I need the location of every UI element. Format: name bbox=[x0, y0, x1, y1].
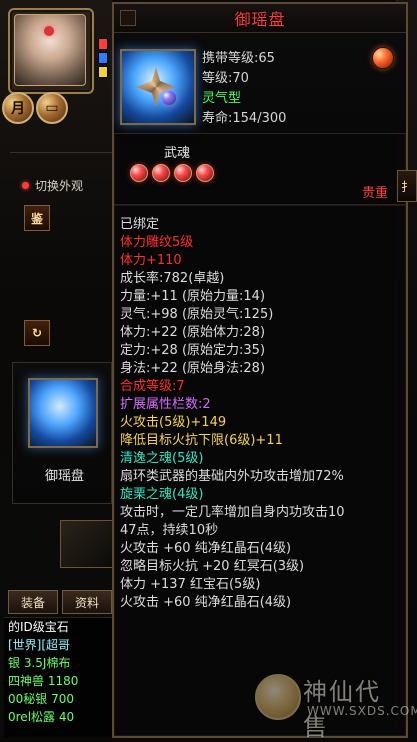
right-tab-label: 扌 bbox=[400, 179, 413, 194]
watermark: 神仙代售 WWW.SXDS.COM bbox=[255, 666, 417, 741]
stats-list: 已绑定 体力雕纹5级 体力+110 成长率:782(卓越) 力量:+11 (原始… bbox=[114, 205, 406, 612]
chat-line: 00秘银 700 bbox=[8, 692, 74, 706]
stat-line: 体力+110 bbox=[120, 253, 182, 268]
appraise-button[interactable]: 鉴 bbox=[24, 205, 50, 231]
side-item-name: 御瑶盘 bbox=[45, 469, 85, 484]
soul-gem-icon bbox=[196, 164, 214, 182]
side-secondary-item[interactable] bbox=[60, 520, 114, 568]
refresh-button[interactable]: ↻ bbox=[24, 320, 50, 346]
moon-button[interactable]: 月 bbox=[2, 92, 34, 124]
stat-line: 定力:+28 (原始定力:35) bbox=[120, 343, 266, 358]
stat-line: 成长率:782(卓越) bbox=[120, 271, 225, 286]
chat-line: 的ID级宝石 bbox=[8, 620, 69, 634]
status-yellow bbox=[98, 66, 108, 78]
stat-line: 47点，持续10秒 bbox=[120, 523, 219, 538]
switch-dot-icon bbox=[22, 182, 29, 189]
equip-tab[interactable]: 装备 bbox=[8, 590, 58, 614]
level: 等级:70 bbox=[202, 71, 249, 86]
stat-line: 灵气:+98 (原始灵气:125) bbox=[120, 307, 274, 322]
carry-level: 携带等级:65 bbox=[202, 51, 275, 66]
avatar-forehead-mark bbox=[44, 26, 54, 36]
watermark-url: WWW.SXDS.COM bbox=[307, 704, 417, 718]
tooltip-header: 御瑶盘 bbox=[114, 4, 406, 33]
tooltip-item-summary: 携带等级:65 等级:70 灵气型 寿命:154/300 bbox=[114, 33, 406, 134]
watermark-emblem-icon bbox=[255, 674, 301, 720]
element-icon bbox=[372, 47, 394, 69]
stat-line: 体力雕纹5级 bbox=[120, 235, 194, 250]
info-tab-label: 资料 bbox=[74, 595, 99, 610]
stat-line: 火攻击 +60 纯净红晶石(4级) bbox=[120, 595, 292, 610]
info-tab[interactable]: 资料 bbox=[62, 590, 112, 614]
type: 灵气型 bbox=[202, 91, 242, 106]
equip-tab-label: 装备 bbox=[20, 595, 45, 610]
appraise-label: 鉴 bbox=[30, 211, 43, 226]
stat-line: 扩展属性栏数:2 bbox=[120, 397, 211, 412]
stat-line: 已绑定 bbox=[120, 217, 160, 232]
stat-line: 力量:+11 (原始力量:14) bbox=[120, 289, 266, 304]
soul-gem-icon bbox=[130, 164, 148, 182]
refresh-icon: ↻ bbox=[31, 326, 43, 340]
close-icon[interactable] bbox=[120, 10, 136, 26]
left-bottom-tabs: 装备 资料 bbox=[8, 590, 112, 614]
stat-line: 旋栗之魂(4级) bbox=[120, 487, 204, 502]
chat-line: [世界][超哥 bbox=[8, 638, 71, 652]
soul-label: 武魂 bbox=[164, 146, 191, 161]
avatar bbox=[14, 14, 86, 86]
chat-line: 银 3.5J棉布 bbox=[8, 656, 71, 670]
stat-line: 体力 +137 红宝石(5级) bbox=[120, 577, 261, 592]
chat-line: 四神兽 1180 bbox=[8, 674, 79, 688]
right-tab[interactable]: 扌 bbox=[397, 170, 417, 202]
side-item-icon[interactable] bbox=[28, 378, 98, 448]
switch-appearance-label: 切换外观 bbox=[35, 179, 84, 193]
chat-line: 0rel松露 40 bbox=[8, 710, 75, 724]
stat-line: 忽略目标火抗 +20 红冥石(3级) bbox=[120, 559, 305, 574]
right-side-tabs: 扌 bbox=[397, 170, 417, 202]
phone-button[interactable]: ▭ bbox=[36, 92, 68, 124]
life: 寿命:154/300 bbox=[202, 111, 287, 126]
soul-gem-icon bbox=[174, 164, 192, 182]
stat-line: 火攻击 +60 纯净红晶石(4级) bbox=[120, 541, 292, 556]
chat-panel: 的ID级宝石 [世界][超哥 银 3.5J棉布 四神兽 1180 00秘银 70… bbox=[4, 617, 118, 737]
stat-line: 身法:+22 (原始身法:28) bbox=[120, 361, 266, 376]
tooltip-title: 御瑶盘 bbox=[234, 10, 286, 29]
stat-line: 降低目标火抗下限(6级)+11 bbox=[120, 433, 283, 448]
stat-line: 扇环类武器的基础内外功攻击增加72% bbox=[120, 469, 344, 484]
stat-line: 攻击时，一定几率增加自身内功攻击10 bbox=[120, 505, 345, 520]
stat-line: 合成等级:7 bbox=[120, 379, 185, 394]
item-tooltip: 御瑶盘 携带等级:65 等级:70 灵气型 寿命:154/300 武魂 贵重 已… bbox=[112, 2, 408, 738]
status-red bbox=[98, 38, 108, 50]
soul-gem-icon bbox=[152, 164, 170, 182]
soul-section: 武魂 贵重 bbox=[114, 134, 406, 205]
rarity: 贵重 bbox=[361, 186, 388, 201]
stat-line: 火攻击(5级)+149 bbox=[120, 415, 227, 430]
item-info: 携带等级:65 等级:70 灵气型 寿命:154/300 bbox=[202, 49, 286, 129]
stat-line: 清逸之魂(5级) bbox=[120, 451, 204, 466]
item-art-orb-icon bbox=[162, 91, 176, 105]
switch-appearance[interactable]: 切换外观 bbox=[22, 177, 83, 194]
left-divider bbox=[10, 152, 112, 153]
stat-line: 体力:+22 (原始体力:28) bbox=[120, 325, 266, 340]
status-blue bbox=[98, 52, 108, 64]
